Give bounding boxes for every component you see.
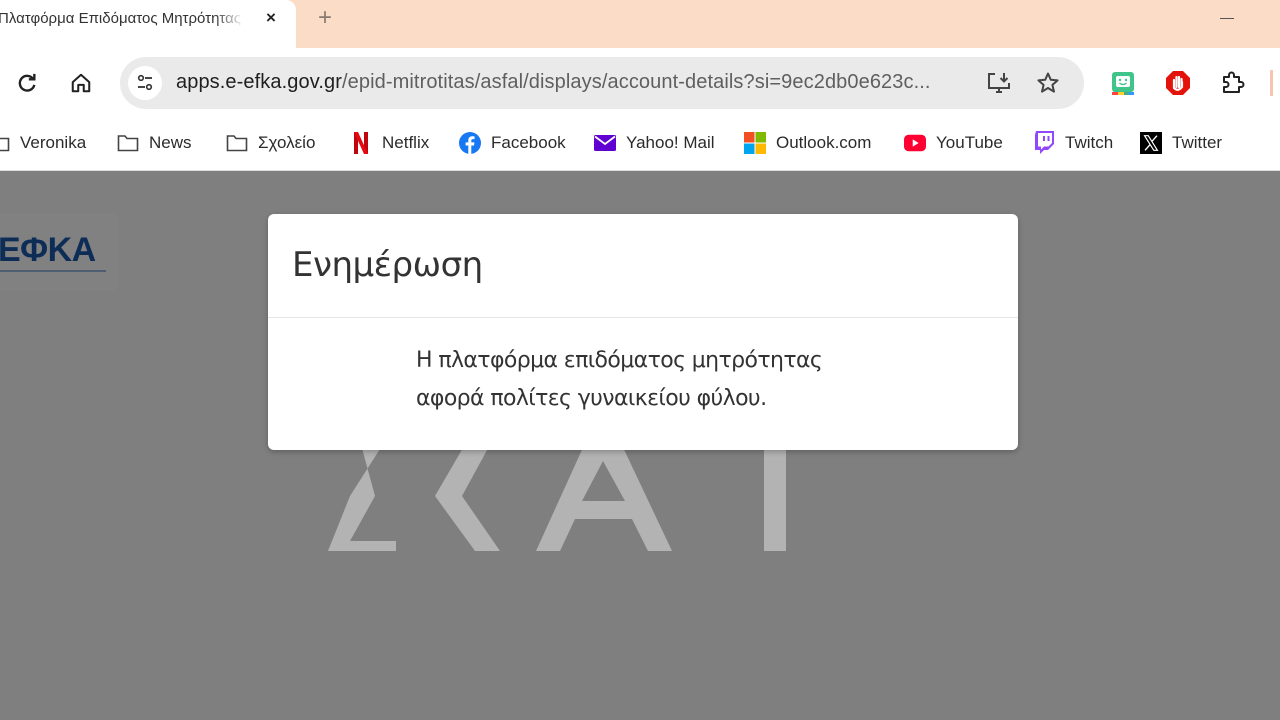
bookmark-twitter[interactable]: Twitter: [1140, 130, 1222, 156]
address-bar[interactable]: apps.e-efka.gov.gr/epid-mitrotitas/asfal…: [120, 57, 1084, 109]
bookmark-star-icon[interactable]: [1033, 68, 1063, 98]
folder-icon: [117, 132, 139, 154]
bookmark-facebook[interactable]: Facebook: [459, 130, 566, 156]
install-app-icon[interactable]: [984, 68, 1014, 98]
bookmark-label: News: [149, 133, 192, 152]
bookmark-label: Netflix: [382, 133, 430, 152]
dialog-body: Η πλατφόρμα επιδόματος μητρότητας αφορά …: [416, 342, 976, 418]
watermark-sigma: [328, 441, 396, 551]
home-icon[interactable]: [66, 68, 96, 98]
profile-edge[interactable]: [1270, 70, 1273, 96]
dialog-message-line-1: Η πλατφόρμα επιδόματος μητρότητας: [416, 348, 823, 373]
netflix-icon: [350, 132, 372, 154]
bookmark-label: Facebook: [491, 133, 566, 152]
watermark-kappa: [435, 441, 500, 551]
tab-strip: Πλατφόρμα Επιδόματος Μητρότητας × +: [0, 0, 1280, 48]
bookmark-label: Yahoo! Mail: [626, 133, 715, 152]
bookmark-label: Σχολείο: [258, 133, 316, 152]
logo-tagline: [0, 270, 106, 272]
tab-title: Πλατφόρμα Επιδόματος Μητρότητας: [0, 10, 242, 27]
extensions-puzzle-icon[interactable]: [1218, 68, 1248, 98]
bookmark-veronika[interactable]: Veronika: [0, 130, 86, 156]
bookmark-news[interactable]: News: [117, 130, 192, 156]
facebook-icon: [459, 132, 481, 154]
skai-watermark: [328, 441, 786, 551]
efka-logo[interactable]: ΕΦΚΑ: [0, 213, 118, 291]
yahoo-mail-icon: [594, 132, 616, 154]
site-info-icon[interactable]: [128, 66, 162, 100]
bookmark-youtube[interactable]: YouTube: [904, 130, 1003, 156]
close-tab-icon[interactable]: ×: [262, 8, 280, 28]
watermark-alpha: [536, 441, 672, 551]
logo-text: ΕΦΚΑ: [0, 231, 96, 269]
microsoft-icon: [744, 132, 766, 154]
bookmark-netflix[interactable]: Netflix: [350, 130, 429, 156]
adblock-extension-icon[interactable]: [1163, 68, 1193, 98]
bookmark-outlook[interactable]: Outlook.com: [744, 130, 871, 156]
minimize-window-button[interactable]: [1212, 8, 1242, 28]
x-icon: [1140, 132, 1162, 154]
dialog-message-line-2: αφορά πολίτες γυναικείου φύλου.: [416, 386, 767, 411]
bookmark-sxoleio[interactable]: Σχολείο: [226, 130, 315, 156]
dialog-title: Ενημέρωση: [292, 245, 483, 285]
info-dialog: Ενημέρωση Η πλατφόρμα επιδόματος μητρότη…: [268, 214, 1018, 450]
bitmoji-extension-icon[interactable]: [1108, 68, 1138, 98]
bookmark-label: Twitter: [1172, 133, 1223, 152]
url-text[interactable]: apps.e-efka.gov.gr/epid-mitrotitas/asfal…: [176, 71, 931, 94]
bookmark-label: Twitch: [1065, 133, 1114, 152]
bookmarks-bar: Veronika News Σχολείο Netflix Facebook Y…: [0, 118, 1280, 171]
url-path: /epid-mitrotitas/asfal/displays/account-…: [341, 71, 931, 93]
new-tab-button[interactable]: +: [312, 4, 338, 32]
browser-tab-active[interactable]: Πλατφόρμα Επιδόματος Μητρότητας ×: [0, 0, 296, 48]
twitch-icon: [1033, 131, 1055, 154]
reload-icon[interactable]: [12, 68, 42, 98]
browser-toolbar: apps.e-efka.gov.gr/epid-mitrotitas/asfal…: [0, 48, 1280, 118]
bookmark-twitch[interactable]: Twitch: [1033, 130, 1113, 156]
folder-icon: [226, 132, 248, 154]
youtube-icon: [904, 132, 926, 154]
bookmark-label: Outlook.com: [776, 133, 872, 152]
url-host: apps.e-efka.gov.gr: [176, 71, 342, 93]
bookmark-label: Veronika: [20, 133, 87, 152]
dialog-header: Ενημέρωση: [268, 214, 1018, 318]
bookmark-label: YouTube: [936, 133, 1003, 152]
bookmark-yahoo-mail[interactable]: Yahoo! Mail: [594, 130, 715, 156]
watermark-iota: [764, 441, 786, 551]
folder-icon: [0, 132, 10, 154]
